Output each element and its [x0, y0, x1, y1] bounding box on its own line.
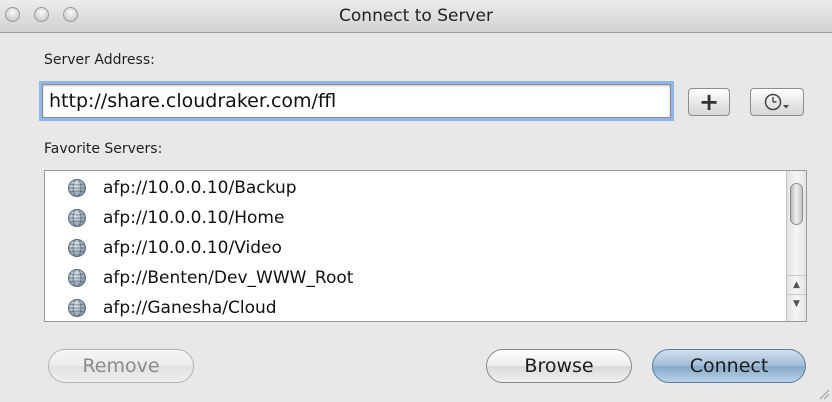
favorite-server-label: afp://10.0.0.10/Home: [103, 208, 285, 228]
scroll-down-arrow[interactable]: ▼: [787, 294, 806, 313]
globe-icon: [68, 299, 86, 317]
connect-button[interactable]: Connect: [652, 349, 806, 383]
globe-icon: [68, 209, 86, 227]
favorite-server-item[interactable]: afp://10.0.0.10/Backup: [45, 173, 785, 203]
globe-icon: [68, 239, 86, 257]
scrollbar-thumb[interactable]: [790, 183, 803, 225]
favorite-server-label: afp://Ganesha/Cloud: [103, 298, 277, 318]
scroll-up-arrow[interactable]: ▲: [787, 275, 806, 294]
favorite-server-label: afp://10.0.0.10/Video: [103, 238, 282, 258]
favorite-server-item[interactable]: afp://Ganesha/Cloud: [45, 293, 785, 321]
favorite-servers-label: Favorite Servers:: [44, 141, 163, 157]
clock-icon: [764, 93, 789, 111]
favorite-server-label: afp://10.0.0.10/Backup: [103, 178, 297, 198]
recent-servers-button[interactable]: [750, 88, 804, 116]
browse-button[interactable]: Browse: [486, 349, 632, 383]
globe-icon: [68, 269, 86, 287]
favorite-servers-list[interactable]: afp://10.0.0.10/Backup afp://10.0.0.10/Ho…: [44, 170, 807, 322]
remove-button[interactable]: Remove: [48, 349, 194, 383]
server-address-label: Server Address:: [44, 52, 155, 68]
connect-to-server-window: Connect to Server Server Address: + Favo…: [0, 0, 832, 402]
plus-icon: +: [698, 88, 720, 116]
favorite-server-label: afp://Benten/Dev_WWW_Root: [103, 268, 354, 288]
favorites-scrollbar[interactable]: ▲ ▼: [786, 171, 806, 321]
favorite-server-item[interactable]: afp://Benten/Dev_WWW_Root: [45, 263, 785, 293]
favorite-server-item[interactable]: afp://10.0.0.10/Home: [45, 203, 785, 233]
globe-icon: [68, 179, 86, 197]
title-bar[interactable]: Connect to Server: [0, 0, 832, 33]
server-address-input[interactable]: [42, 84, 671, 118]
favorite-server-item[interactable]: afp://10.0.0.10/Video: [45, 233, 785, 263]
add-favorite-button[interactable]: +: [688, 88, 730, 116]
window-title: Connect to Server: [339, 6, 493, 26]
resize-grip-icon[interactable]: [818, 388, 830, 400]
